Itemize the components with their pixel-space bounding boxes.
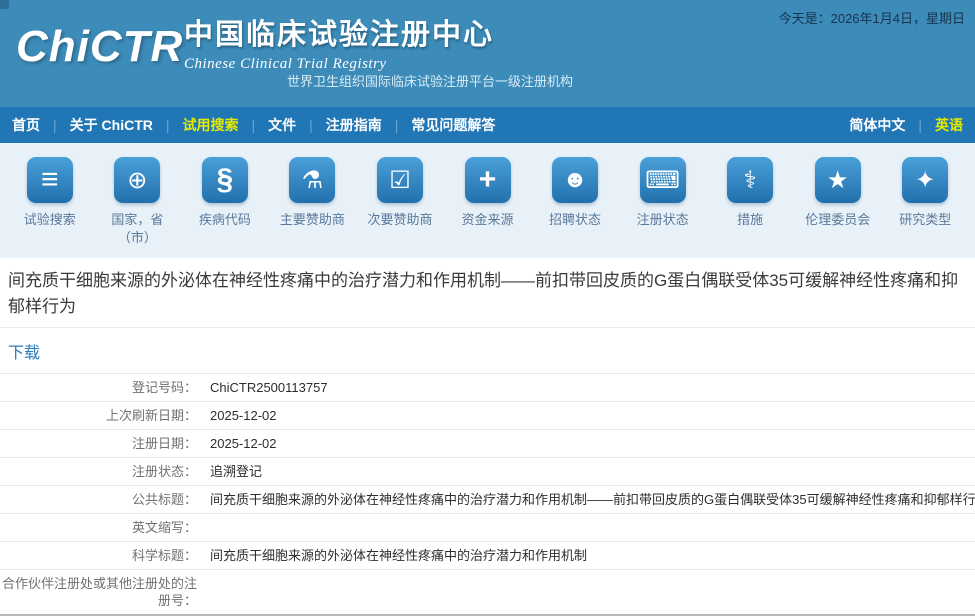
- table-row-registration-number: 登记号码： ChiCTR2500113757: [0, 374, 975, 402]
- table-row-registration-status: 注册状态： 追溯登记: [0, 458, 975, 486]
- row-value: 间充质干细胞来源的外泌体在神经性疼痛中的治疗潜力和作用机制: [200, 542, 975, 569]
- table-row-registration-date: 注册日期： 2025-12-02: [0, 430, 975, 458]
- row-value: [200, 570, 975, 614]
- doctor-icon: ⚕: [727, 157, 773, 203]
- nav-item-home[interactable]: 首页: [12, 115, 40, 135]
- row-label: 英文缩写：: [0, 514, 200, 541]
- filter-trial-search[interactable]: ≡ 试验搜索: [6, 157, 94, 258]
- filter-label: 注册状态: [637, 211, 689, 229]
- dna-icon: §: [202, 157, 248, 203]
- site-header: ChiCTR 中国临床试验注册中心 Chinese Clinical Trial…: [0, 0, 975, 107]
- site-title-chinese: 中国临床试验注册中心: [184, 11, 494, 53]
- nav-item-about[interactable]: 关于 ChiCTR: [70, 115, 153, 135]
- nav-item-documents[interactable]: 文件: [268, 115, 296, 135]
- row-value: 间充质干细胞来源的外泌体在神经性疼痛中的治疗潜力和作用机制——前扣带回皮质的G蛋…: [200, 486, 975, 513]
- row-label: 合作伙伴注册处或其他注册处的注册号：: [0, 570, 200, 614]
- nav-separator: [252, 117, 256, 133]
- table-row-english-acronym: 英文缩写：: [0, 514, 975, 542]
- filter-study-type[interactable]: ✦ 研究类型: [881, 157, 969, 258]
- filter-disease-code[interactable]: § 疾病代码: [181, 157, 269, 258]
- row-value: [200, 514, 975, 541]
- filter-interventions[interactable]: ⚕ 措施: [706, 157, 794, 258]
- nav-separator: [395, 117, 399, 133]
- filter-registration-status[interactable]: ⌨ 注册状态: [619, 157, 707, 258]
- nav-separator: [53, 117, 57, 133]
- chictr-logo[interactable]: ChiCTR: [16, 22, 183, 72]
- nav-item-registration-guide[interactable]: 注册指南: [326, 115, 382, 135]
- star-icon: ★: [815, 157, 861, 203]
- row-label: 公共标题：: [0, 486, 200, 513]
- trial-details-table: 登记号码： ChiCTR2500113757 上次刷新日期： 2025-12-0…: [0, 373, 975, 616]
- checklist-clipboard-icon: ☑: [377, 157, 423, 203]
- download-section: 下载: [0, 328, 975, 373]
- filter-funding-source[interactable]: + 资金来源: [444, 157, 532, 258]
- nav-item-faq[interactable]: 常见问题解答: [411, 115, 495, 135]
- filter-label: 次要赞助商: [367, 211, 432, 229]
- filter-label: 招聘状态: [549, 211, 601, 229]
- row-label: 科学标题：: [0, 542, 200, 569]
- keyboard-mouse-icon: ⌨: [640, 157, 686, 203]
- trial-title: 间充质干细胞来源的外泌体在神经性疼痛中的治疗潜力和作用机制——前扣带回皮质的G蛋…: [0, 258, 975, 328]
- table-row-public-title: 公共标题： 间充质干细胞来源的外泌体在神经性疼痛中的治疗潜力和作用机制——前扣带…: [0, 486, 975, 514]
- row-label: 注册日期：: [0, 430, 200, 457]
- lang-simplified-chinese[interactable]: 简体中文: [849, 115, 905, 135]
- filter-label: 试验搜索: [24, 211, 76, 229]
- filter-primary-sponsor[interactable]: ⚗ 主要赞助商: [269, 157, 357, 258]
- row-label: 上次刷新日期：: [0, 402, 200, 429]
- lang-english[interactable]: 英语: [935, 115, 963, 135]
- filter-label: 研究类型: [899, 211, 951, 229]
- nav-separator: [918, 117, 922, 133]
- current-date: 今天是：2026年1月4日，星期日: [779, 8, 965, 27]
- people-icon: ☻: [552, 157, 598, 203]
- filter-label: 伦理委员会: [805, 211, 870, 229]
- main-nav: 首页 关于 ChiCTR 试用搜索 文件 注册指南 常见问题解答 简体中文 英语: [0, 107, 975, 143]
- row-value: ChiCTR2500113757: [200, 374, 975, 401]
- world-map-icon: ⊕: [114, 157, 160, 203]
- site-brand: 中国临床试验注册中心 Chinese Clinical Trial Regist…: [184, 11, 494, 73]
- nav-item-trial-search[interactable]: 试用搜索: [183, 115, 239, 135]
- row-value: 追溯登记: [200, 458, 975, 485]
- table-row-partner-registry-number: 合作伙伴注册处或其他注册处的注册号：: [0, 570, 975, 614]
- row-label: 登记号码：: [0, 374, 200, 401]
- filter-label: 国家，省 （市）: [111, 211, 163, 247]
- filter-secondary-sponsor[interactable]: ☑ 次要赞助商: [356, 157, 444, 258]
- corner-decoration: [0, 0, 9, 9]
- download-link[interactable]: 下载: [8, 345, 40, 362]
- row-label: 注册状态：: [0, 458, 200, 485]
- nav-separator: [309, 117, 313, 133]
- table-row-scientific-title: 科学标题： 间充质干细胞来源的外泌体在神经性疼痛中的治疗潜力和作用机制: [0, 542, 975, 570]
- filter-label: 措施: [737, 211, 763, 229]
- who-registry-line: 世界卫生组织国际临床试验注册平台一级注册机构: [287, 71, 573, 90]
- filter-country-province[interactable]: ⊕ 国家，省 （市）: [94, 157, 182, 258]
- row-value: 2025-12-02: [200, 430, 975, 457]
- row-value: 2025-12-02: [200, 402, 975, 429]
- sparkles-icon: ✦: [902, 157, 948, 203]
- numbered-list-icon: ≡: [27, 157, 73, 203]
- filter-label: 资金来源: [462, 211, 514, 229]
- filter-ethics-committee[interactable]: ★ 伦理委员会: [794, 157, 882, 258]
- table-row-last-refreshed: 上次刷新日期： 2025-12-02: [0, 402, 975, 430]
- filter-label: 疾病代码: [199, 211, 251, 229]
- flask-icon: ⚗: [289, 157, 335, 203]
- search-filter-icon-strip: ≡ 试验搜索 ⊕ 国家，省 （市） § 疾病代码 ⚗ 主要赞助商 ☑ 次要赞助商…: [0, 143, 975, 258]
- filter-recruiting-status[interactable]: ☻ 招聘状态: [531, 157, 619, 258]
- filter-label: 主要赞助商: [280, 211, 345, 229]
- nav-separator: [166, 117, 170, 133]
- first-aid-kit-icon: +: [465, 157, 511, 203]
